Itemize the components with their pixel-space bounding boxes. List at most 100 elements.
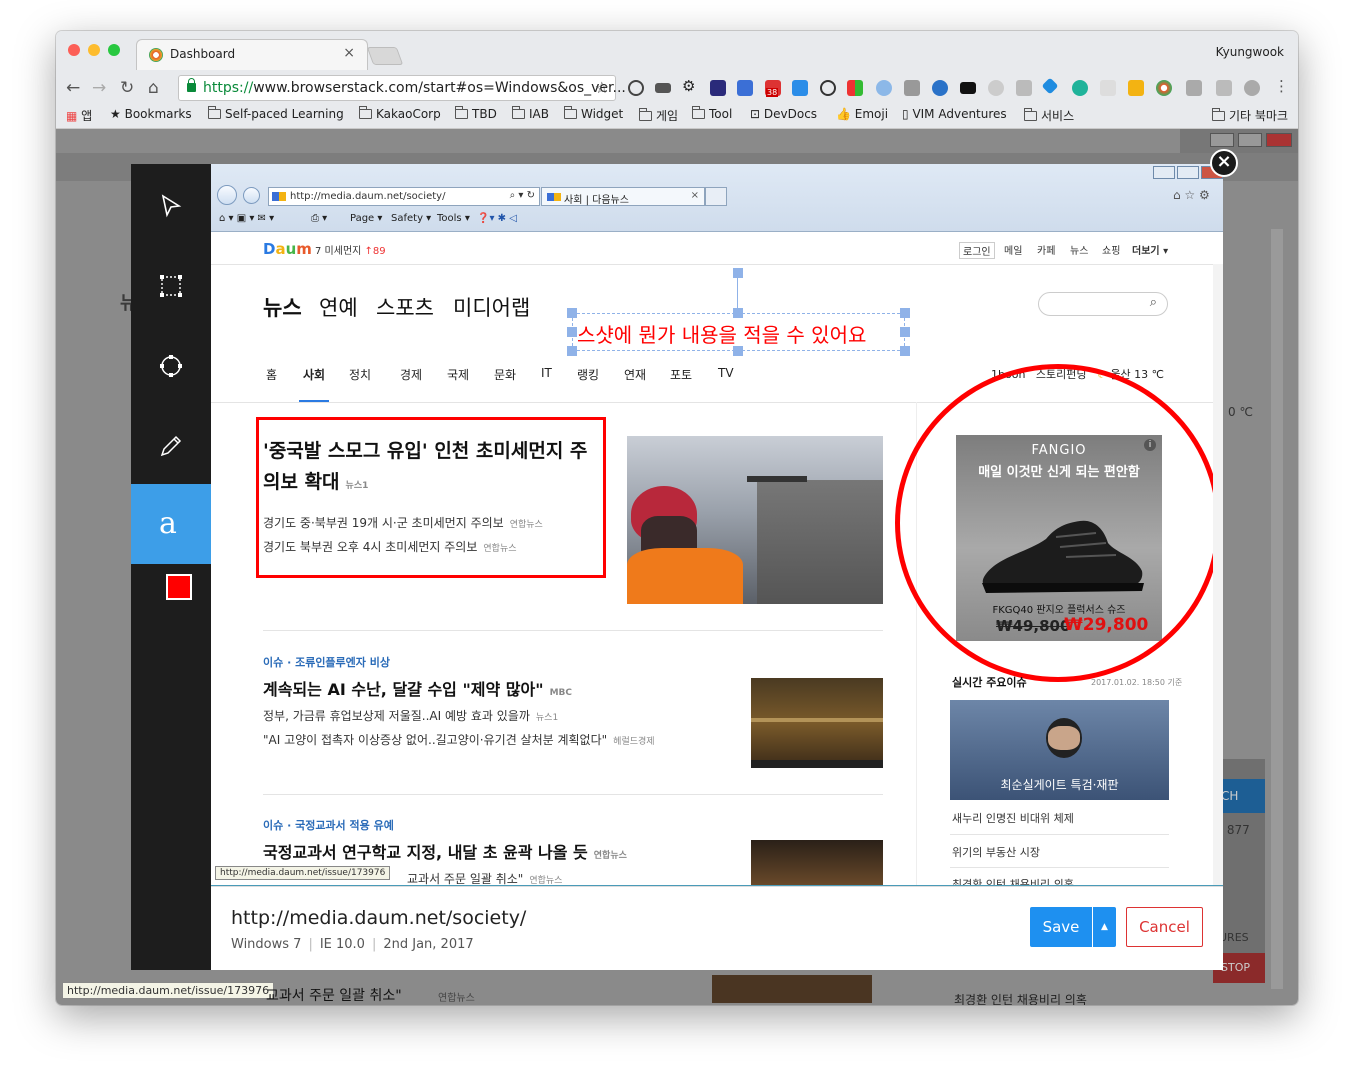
resize-handle[interactable] bbox=[567, 346, 577, 356]
bookmark-emoji[interactable]: 👍 Emoji bbox=[836, 107, 888, 121]
extension-icon[interactable] bbox=[820, 80, 836, 96]
page-scrollbar[interactable] bbox=[1213, 264, 1223, 886]
resize-handle[interactable] bbox=[567, 327, 577, 337]
gnb-cafe[interactable]: 카페 bbox=[1037, 242, 1055, 257]
ie-help-icon[interactable]: ❓▾ ✱ ◁ bbox=[477, 213, 517, 224]
extension-icon[interactable] bbox=[1156, 80, 1172, 96]
gnb-more[interactable]: 더보기 ▾ bbox=[1132, 242, 1168, 257]
extension-icon[interactable] bbox=[655, 83, 671, 93]
bookmark-other[interactable]: 기타 북마크 bbox=[1212, 107, 1288, 124]
pen-tool[interactable] bbox=[131, 406, 211, 486]
nav-news[interactable]: 뉴스 bbox=[263, 292, 302, 322]
extension-icon[interactable] bbox=[1041, 77, 1059, 95]
issue2-tag[interactable]: 이슈 · 국정교과서 적용 유예 bbox=[263, 817, 394, 833]
cancel-button[interactable]: Cancel bbox=[1126, 907, 1203, 947]
extension-icon[interactable] bbox=[876, 80, 892, 96]
gnb-news[interactable]: 뉴스 bbox=[1070, 242, 1088, 257]
browser-tab[interactable]: Dashboard × bbox=[136, 39, 368, 70]
extension-icon[interactable] bbox=[932, 80, 948, 96]
issue1-photo[interactable] bbox=[751, 678, 883, 768]
bookmark-star-icon[interactable]: ☆ bbox=[595, 78, 609, 97]
ie-tools-menu[interactable]: Tools ▾ bbox=[437, 213, 470, 224]
bookmark-folder[interactable]: 게임 bbox=[639, 107, 678, 124]
cat-tv[interactable]: TV bbox=[718, 366, 734, 380]
ie-new-tab[interactable] bbox=[705, 187, 727, 206]
bookmark-folder[interactable]: KakaoCorp bbox=[359, 106, 441, 121]
gnb-mail[interactable]: 메일 bbox=[1004, 242, 1022, 257]
new-tab-button[interactable] bbox=[366, 47, 404, 65]
reload-icon[interactable]: ↻ bbox=[120, 78, 134, 98]
extension-icon[interactable] bbox=[1016, 80, 1032, 96]
maximize-window-button[interactable] bbox=[108, 44, 120, 56]
resize-handle[interactable] bbox=[900, 327, 910, 337]
extension-icon[interactable] bbox=[1072, 80, 1088, 96]
ie-back-icon[interactable] bbox=[217, 185, 237, 205]
resize-handle[interactable] bbox=[733, 346, 743, 356]
ie-home-icon[interactable]: ⌂ ▾ ▣ ▾ ✉ ▾ bbox=[219, 213, 274, 224]
minimize-window-button[interactable] bbox=[88, 44, 100, 56]
issue1-sub-2[interactable]: "AI 고양이 접촉자 이상증상 없어..길고양이·유기견 살처분 계획없다" 헤… bbox=[263, 731, 655, 748]
gnb-login[interactable]: 로그인 bbox=[959, 242, 995, 259]
extension-icon[interactable] bbox=[710, 80, 726, 96]
issue2-headline[interactable]: 국정교과서 연구학교 지정, 내달 초 윤곽 나올 듯 연합뉴스 bbox=[263, 839, 627, 863]
ie-tab-close-icon[interactable]: × bbox=[691, 190, 699, 201]
extension-icon[interactable] bbox=[960, 82, 976, 94]
rotate-handle[interactable] bbox=[733, 268, 743, 278]
save-button[interactable]: Save bbox=[1030, 907, 1092, 947]
ie-home-star-gear-icons[interactable]: ⌂ ☆ ⚙ bbox=[1173, 188, 1210, 202]
main-photo[interactable] bbox=[627, 436, 883, 604]
extension-icon[interactable] bbox=[1244, 80, 1260, 96]
gnb-shopping[interactable]: 쇼핑 bbox=[1102, 242, 1120, 257]
shape-tool[interactable] bbox=[131, 326, 211, 406]
resize-handle[interactable] bbox=[900, 346, 910, 356]
nav-sports[interactable]: 스포츠 bbox=[376, 292, 434, 322]
back-icon[interactable]: ← bbox=[66, 78, 80, 98]
bookmark-folder[interactable]: Widget bbox=[564, 106, 623, 121]
bookmark-vim[interactable]: ▯ VIM Adventures bbox=[902, 107, 1007, 121]
resize-handle[interactable] bbox=[900, 308, 910, 318]
save-dropdown-button[interactable]: ▲ bbox=[1093, 907, 1116, 947]
bookmark-apps[interactable]: ▦ 앱 bbox=[66, 107, 92, 124]
ie-print-icon[interactable]: ⎙ ▾ bbox=[311, 213, 327, 224]
bookmark-folder[interactable]: Self-paced Learning bbox=[208, 106, 344, 121]
realtime-banner[interactable]: 최순실게이트 특검·재판 bbox=[950, 700, 1169, 800]
realtime-link[interactable]: 위기의 부동산 시장 bbox=[952, 844, 1040, 860]
select-tool[interactable] bbox=[131, 166, 211, 246]
extension-icon[interactable] bbox=[1100, 80, 1116, 96]
cat-world[interactable]: 국제 bbox=[447, 366, 469, 383]
issue1-tag[interactable]: 이슈 · 조류인플루엔자 비상 bbox=[263, 654, 390, 670]
daum-logo[interactable]: Daum bbox=[263, 240, 312, 258]
issue2-sub[interactable]: 교과서 주문 일괄 취소" 연합뉴스 bbox=[407, 870, 562, 886]
issue1-sub-1[interactable]: 정부, 가금류 휴업보상제 저울질..AI 예방 효과 있을까 뉴스1 bbox=[263, 707, 558, 724]
bookmark-folder[interactable]: 서비스 bbox=[1024, 107, 1074, 124]
resize-handle[interactable] bbox=[567, 308, 577, 318]
menu-icon[interactable]: ⋮ bbox=[1274, 77, 1290, 95]
cat-culture[interactable]: 문화 bbox=[494, 366, 516, 383]
bookmark-folder[interactable]: Tool bbox=[692, 106, 732, 121]
extension-icon[interactable] bbox=[628, 80, 644, 96]
crop-tool[interactable] bbox=[131, 246, 211, 326]
extension-icon[interactable]: 38 bbox=[765, 80, 781, 97]
screenshot-canvas[interactable]: http://media.daum.net/society/ ⌕ ▾ ↻ 사회 … bbox=[211, 164, 1223, 886]
cat-ranking[interactable]: 랭킹 bbox=[577, 366, 599, 383]
cat-photo[interactable]: 포토 bbox=[670, 366, 692, 383]
bookmark-bookmarks[interactable]: ★ Bookmarks bbox=[110, 107, 192, 121]
extension-icon[interactable] bbox=[988, 80, 1004, 96]
ie-address-bar[interactable]: http://media.daum.net/society/ ⌕ ▾ ↻ bbox=[268, 187, 540, 206]
color-swatch[interactable] bbox=[166, 574, 192, 600]
cat-politics[interactable]: 정치 bbox=[349, 366, 371, 383]
cat-economy[interactable]: 경제 bbox=[400, 366, 422, 383]
cat-series[interactable]: 연재 bbox=[624, 366, 646, 383]
ie-tab[interactable]: 사회 | 다음뉴스 × bbox=[541, 187, 705, 206]
annotation-rectangle[interactable] bbox=[256, 417, 606, 578]
nav-entertainment[interactable]: 연예 bbox=[319, 292, 358, 322]
extension-icon[interactable] bbox=[1128, 80, 1144, 96]
bookmark-folder[interactable]: IAB bbox=[512, 106, 549, 121]
extension-icon[interactable] bbox=[1216, 80, 1232, 96]
bookmark-folder[interactable]: TBD bbox=[455, 106, 497, 121]
cat-it[interactable]: IT bbox=[541, 366, 552, 380]
extension-icon[interactable] bbox=[847, 80, 863, 96]
issue1-headline[interactable]: 계속되는 AI 수난, 달걀 수입 "제약 많아" MBC bbox=[263, 676, 572, 700]
nav-medialab[interactable]: 미디어랩 bbox=[453, 292, 530, 322]
realtime-link[interactable]: 새누리 인명진 비대위 체제 bbox=[952, 810, 1074, 826]
